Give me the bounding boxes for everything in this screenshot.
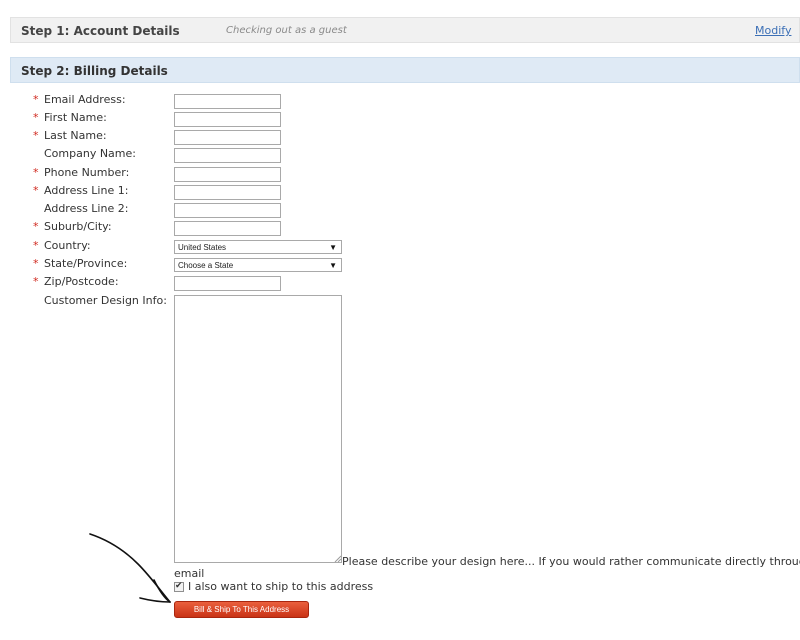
- required-marker: *: [33, 275, 39, 288]
- design-info-label: Customer Design Info:: [44, 294, 167, 307]
- company-field[interactable]: [174, 148, 281, 163]
- row-design: Customer Design Info:: [0, 294, 800, 312]
- phone-field[interactable]: [174, 167, 281, 182]
- ship-to-address-label[interactable]: I also want to ship to this address: [188, 580, 373, 593]
- row-company: Company Name:: [0, 147, 800, 165]
- design-info-textarea[interactable]: [174, 295, 342, 563]
- required-marker: *: [33, 166, 39, 179]
- row-first-name: * First Name:: [0, 111, 800, 129]
- dropdown-arrow-icon: ▼: [329, 261, 337, 270]
- dropdown-arrow-icon: ▼: [329, 243, 337, 252]
- company-label: Company Name:: [44, 147, 136, 160]
- country-selected-value: United States: [178, 243, 227, 252]
- last-name-field[interactable]: [174, 130, 281, 145]
- required-marker: *: [33, 220, 39, 233]
- step1-title: Step 1: Account Details: [21, 24, 180, 38]
- first-name-field[interactable]: [174, 112, 281, 127]
- phone-label: Phone Number:: [44, 166, 130, 179]
- row-address2: Address Line 2:: [0, 202, 800, 220]
- modify-link[interactable]: Modify: [755, 24, 791, 37]
- email-label: Email Address:: [44, 93, 126, 106]
- required-marker: *: [33, 93, 39, 106]
- city-field[interactable]: [174, 221, 281, 236]
- city-label: Suburb/City:: [44, 220, 112, 233]
- address2-field[interactable]: [174, 203, 281, 218]
- row-last-name: * Last Name:: [0, 129, 800, 147]
- state-selected-value: Choose a State: [178, 261, 234, 270]
- step1-header: Step 1: Account Details Checking out as …: [10, 17, 800, 43]
- row-email: * Email Address:: [0, 93, 800, 111]
- required-marker: *: [33, 257, 39, 270]
- row-address1: * Address Line 1:: [0, 184, 800, 202]
- required-marker: *: [33, 184, 39, 197]
- row-country: * Country: United States ▼: [0, 239, 800, 257]
- required-marker: *: [33, 129, 39, 142]
- email-field[interactable]: [174, 94, 281, 109]
- required-marker: *: [33, 239, 39, 252]
- required-marker: *: [33, 111, 39, 124]
- row-city: * Suburb/City:: [0, 220, 800, 238]
- zip-label: Zip/Postcode:: [44, 275, 119, 288]
- first-name-label: First Name:: [44, 111, 107, 124]
- hand-drawn-arrow-icon: [89, 533, 171, 603]
- last-name-label: Last Name:: [44, 129, 107, 142]
- address1-field[interactable]: [174, 185, 281, 200]
- step2-header: Step 2: Billing Details: [10, 57, 800, 83]
- country-label: Country:: [44, 239, 91, 252]
- state-select[interactable]: Choose a State ▼: [174, 258, 342, 272]
- guest-checkout-note: Checking out as a guest: [226, 25, 347, 36]
- step2-title: Step 2: Billing Details: [21, 64, 168, 78]
- design-info-hint: Please describe your design here... If y…: [342, 555, 800, 568]
- row-phone: * Phone Number:: [0, 166, 800, 184]
- country-select[interactable]: United States ▼: [174, 240, 342, 254]
- row-zip: * Zip/Postcode:: [0, 275, 800, 293]
- zip-field[interactable]: [174, 276, 281, 291]
- address2-label: Address Line 2:: [44, 202, 129, 215]
- address1-label: Address Line 1:: [44, 184, 129, 197]
- row-state: * State/Province: Choose a State ▼: [0, 257, 800, 275]
- bill-and-ship-button[interactable]: Bill & Ship To This Address: [174, 601, 309, 618]
- resize-grip-icon[interactable]: [334, 555, 342, 563]
- state-label: State/Province:: [44, 257, 128, 270]
